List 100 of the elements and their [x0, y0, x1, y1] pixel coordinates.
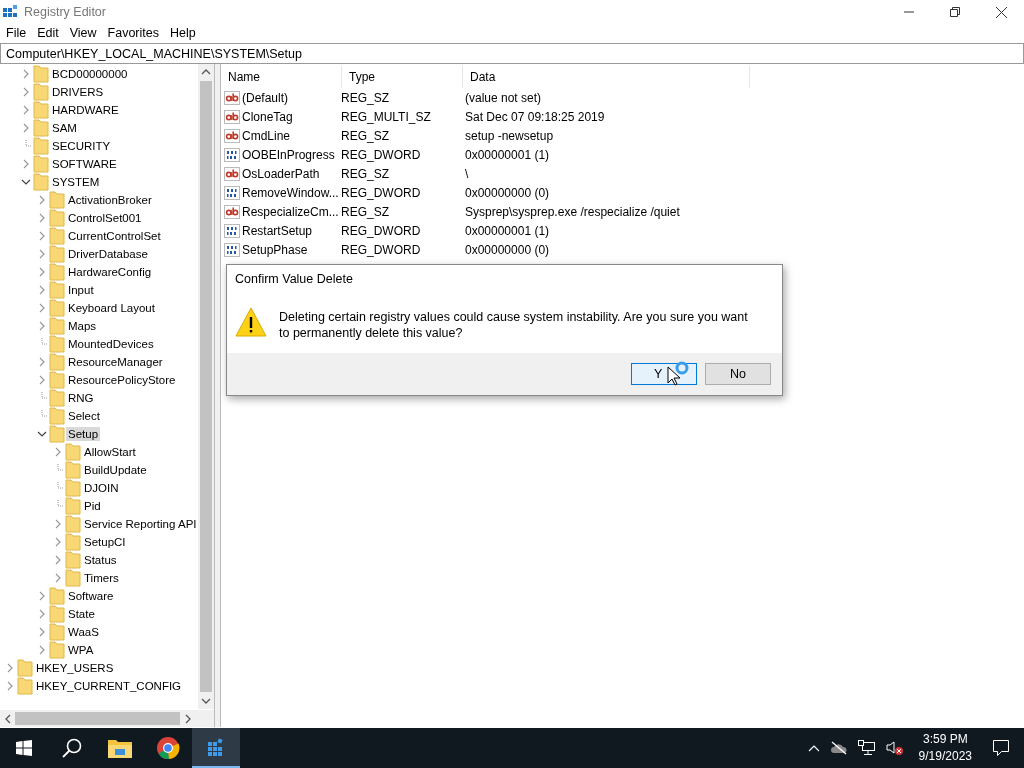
- tree-item[interactable]: SECURITY: [50, 139, 113, 153]
- folder-icon: [33, 119, 49, 137]
- tree-item[interactable]: DRIVERS: [50, 85, 106, 99]
- folder-icon: [65, 461, 81, 479]
- tree-item[interactable]: ResourceManager: [66, 355, 165, 369]
- folder-icon: [33, 101, 49, 119]
- tree-item[interactable]: HARDWARE: [50, 103, 121, 117]
- scroll-right-icon[interactable]: [184, 714, 192, 724]
- value-data: Sat Dec 07 09:18:25 2019: [465, 109, 605, 124]
- value-type: REG_DWORD: [341, 147, 422, 162]
- tree-item[interactable]: Software: [66, 589, 116, 603]
- tree-item[interactable]: Keyboard Layout: [66, 301, 157, 315]
- string-value-icon: [224, 127, 240, 144]
- dialog-message: Deleting certain registry values could cause system instability. Are you sure you want to permanently delete this value?: [279, 309, 749, 341]
- tree-item[interactable]: AllowStart: [82, 445, 138, 459]
- close-icon[interactable]: [995, 6, 1007, 18]
- busy-cursor-icon: [667, 361, 691, 387]
- scrollbar-thumb[interactable]: [200, 81, 212, 692]
- folder-icon: [65, 479, 81, 497]
- tree-item[interactable]: Pid: [82, 499, 103, 513]
- notification-icon[interactable]: [992, 739, 1010, 757]
- tree-item[interactable]: WPA: [66, 643, 96, 657]
- tree-item[interactable]: BuildUpdate: [82, 463, 149, 477]
- tree-item[interactable]: ResourcePolicyStore: [66, 373, 178, 387]
- binary-value-icon: [224, 184, 240, 201]
- binary-value-icon: [224, 146, 240, 163]
- tree-item[interactable]: WaaS: [66, 625, 101, 639]
- value-name: (Default): [242, 90, 288, 105]
- tree-item[interactable]: State: [66, 607, 97, 621]
- scroll-left-icon[interactable]: [4, 714, 12, 724]
- tree-item[interactable]: SetupCI: [82, 535, 128, 549]
- value-type: REG_SZ: [341, 166, 390, 181]
- value-type: REG_DWORD: [341, 242, 422, 257]
- tree-item[interactable]: Service Reporting API: [82, 517, 198, 531]
- folder-icon: [33, 137, 49, 155]
- folder-icon: [33, 83, 49, 101]
- tree-item[interactable]: Timers: [82, 571, 121, 585]
- value-name: CmdLine: [242, 128, 291, 143]
- scrollbar-thumb[interactable]: [15, 712, 180, 725]
- vertical-scrollbar[interactable]: [198, 64, 214, 709]
- tree-item[interactable]: CurrentControlSet: [66, 229, 163, 243]
- tree-item[interactable]: DriverDatabase: [66, 247, 150, 261]
- tree-item[interactable]: HKEY_CURRENT_CONFIG: [34, 679, 184, 693]
- folder-icon: [17, 659, 33, 677]
- tree-item[interactable]: Input: [66, 283, 96, 297]
- tree-item[interactable]: Setup: [66, 427, 101, 441]
- tree-item[interactable]: ActivationBroker: [66, 193, 154, 207]
- scroll-up-icon[interactable]: [201, 68, 211, 76]
- tree-item[interactable]: Maps: [66, 319, 99, 333]
- network-icon[interactable]: [857, 740, 876, 756]
- value-data: (value not set): [465, 90, 542, 105]
- folder-icon: [49, 263, 65, 281]
- column-header[interactable]: Type: [342, 66, 463, 88]
- horizontal-scrollbar[interactable]: [0, 710, 214, 727]
- dialog-button[interactable]: No: [705, 363, 771, 385]
- restore-icon[interactable]: [950, 7, 960, 17]
- tree-item[interactable]: HardwareConfig: [66, 265, 154, 279]
- folder-icon: [108, 738, 132, 758]
- menu-item[interactable]: Help: [166, 26, 203, 40]
- windows-start-icon: [16, 740, 32, 756]
- tree-item[interactable]: ControlSet001: [66, 211, 144, 225]
- menu-item[interactable]: Favorites: [103, 26, 166, 40]
- tree-item[interactable]: SAM: [50, 121, 79, 135]
- string-value-icon: [224, 108, 240, 125]
- value-type: REG_SZ: [341, 90, 390, 105]
- tree-item[interactable]: DJOIN: [82, 481, 121, 495]
- folder-icon: [49, 245, 65, 263]
- cloud-off-icon[interactable]: [829, 741, 848, 755]
- folder-icon: [65, 515, 81, 533]
- menu-item[interactable]: View: [65, 26, 104, 40]
- tree-item[interactable]: SOFTWARE: [50, 157, 119, 171]
- tree-item[interactable]: Status: [82, 553, 119, 567]
- string-value-icon: [224, 89, 240, 106]
- tree-item[interactable]: RNG: [66, 391, 96, 405]
- tree-item[interactable]: Select: [66, 409, 102, 423]
- tree-item[interactable]: SYSTEM: [50, 175, 102, 189]
- value-data: 0x00000001 (1): [465, 147, 550, 162]
- volume-muted-icon[interactable]: [885, 740, 904, 756]
- clock[interactable]: 3:59 PM 9/19/2023: [918, 731, 972, 765]
- warning-icon: [235, 307, 267, 337]
- chevron-up-icon[interactable]: [807, 744, 820, 752]
- search-icon: [61, 737, 83, 759]
- registry-cubes-icon: [2, 4, 18, 20]
- column-header[interactable]: Name: [221, 66, 342, 88]
- scroll-down-icon[interactable]: [201, 697, 211, 705]
- folder-icon: [33, 155, 49, 173]
- column-header[interactable]: Data: [463, 66, 750, 88]
- folder-icon: [49, 371, 65, 389]
- string-value-icon: [224, 165, 240, 182]
- menu-item[interactable]: Edit: [33, 26, 66, 40]
- tree-item[interactable]: BCD00000000: [50, 67, 130, 81]
- folder-icon: [49, 353, 65, 371]
- address-bar[interactable]: Computer\HKEY_LOCAL_MACHINE\SYSTEM\Setup: [0, 43, 1024, 64]
- folder-icon: [17, 677, 33, 695]
- tree-item[interactable]: MountedDevices: [66, 337, 156, 351]
- value-name: OOBEInProgress: [242, 147, 335, 162]
- menu-item[interactable]: File: [2, 26, 34, 40]
- value-name: RestartSetup: [242, 223, 313, 238]
- folder-icon: [49, 209, 65, 227]
- tree-item[interactable]: HKEY_USERS: [34, 661, 116, 675]
